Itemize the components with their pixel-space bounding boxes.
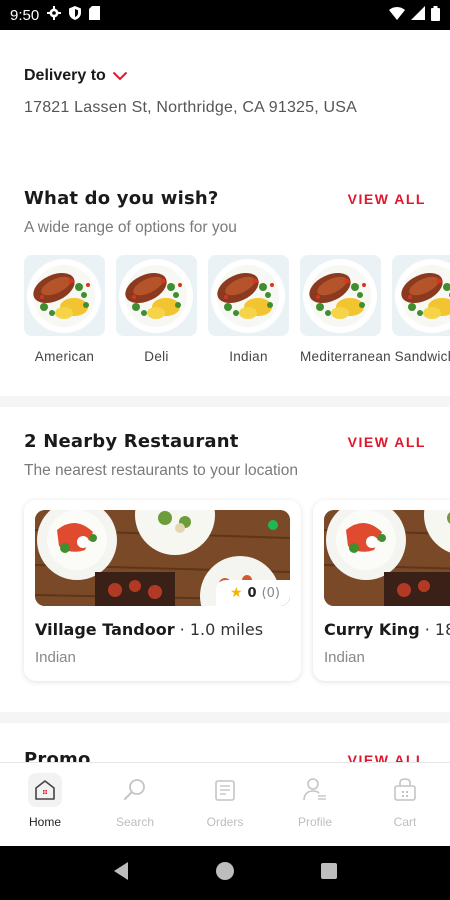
profile-icon: [298, 773, 332, 807]
restaurant-name: Village Tandoor: [35, 620, 175, 639]
view-all-cuisines-link[interactable]: VIEW ALL: [348, 191, 426, 207]
nearby-restaurants-section: 2 Nearby Restaurant VIEW ALL The nearest…: [0, 407, 450, 712]
restaurant-list[interactable]: ★ 0 (0) Village Tandoor · 1.0 miles Indi…: [0, 500, 450, 681]
cuisine-list[interactable]: American Deli Indian Mediterranean Sandw…: [0, 255, 450, 364]
sd-card-icon: [89, 6, 101, 24]
cuisine-item[interactable]: Deli: [116, 255, 197, 364]
rating-count: (0): [261, 585, 280, 601]
cuisine-image: [300, 255, 381, 336]
nav-label: Orders: [206, 815, 244, 829]
star-icon: ★: [229, 585, 243, 601]
restaurant-cuisine: Indian: [35, 649, 76, 666]
view-all-restaurants-link[interactable]: VIEW ALL: [348, 434, 426, 450]
restaurant-card[interactable]: ★ 0 (0) Village Tandoor · 1.0 miles Indi…: [24, 500, 301, 681]
cuisine-name: Mediterranean: [300, 349, 391, 364]
restaurant-image: ★ 0 (0): [35, 510, 290, 606]
cuisine-item[interactable]: Sandwiches: [392, 255, 450, 364]
section-title: 2 Nearby Restaurant: [24, 431, 239, 452]
cuisine-name: American: [34, 349, 95, 364]
bottom-navigation: Home Search Orders Profile Cart: [0, 762, 450, 846]
nav-cart[interactable]: Cart: [365, 773, 445, 829]
delivery-label: Delivery to: [24, 66, 106, 84]
section-subtitle: A wide range of options for you: [24, 219, 237, 236]
signal-icon: [411, 6, 425, 24]
nav-profile[interactable]: Profile: [275, 773, 355, 829]
wifi-icon: [389, 6, 405, 24]
cuisine-image: [392, 255, 450, 336]
restaurant-cuisine: Indian: [324, 649, 365, 666]
rating-badge: ★ 0 (0): [215, 580, 290, 606]
nav-orders[interactable]: Orders: [185, 773, 265, 829]
promo-section: Promo VIEW ALL: [0, 723, 450, 762]
cuisine-item[interactable]: Indian: [208, 255, 289, 364]
section-title: Promo: [24, 749, 91, 762]
shield-icon: [69, 6, 82, 24]
rating-value: 0: [247, 585, 257, 601]
restaurant-card[interactable]: Curry King · 18 Indian: [313, 500, 450, 681]
orders-icon: [208, 773, 242, 807]
open-status-indicator: [268, 520, 278, 530]
delivery-selector[interactable]: Delivery to: [24, 66, 426, 85]
home-circle-icon[interactable]: [215, 861, 235, 885]
cuisine-image: [24, 255, 105, 336]
back-icon[interactable]: [112, 861, 130, 885]
recents-icon[interactable]: [320, 862, 338, 884]
cuisine-name: Deli: [144, 349, 169, 364]
nav-label: Search: [115, 815, 155, 829]
delivery-address[interactable]: 17821 Lassen St, Northridge, CA 91325, U…: [24, 99, 426, 117]
nav-label: Home: [28, 815, 61, 829]
restaurant-distance: · 1.0 miles: [174, 620, 264, 639]
section-title: What do you wish?: [24, 188, 219, 209]
search-icon: [118, 773, 152, 807]
system-navigation-bar: [0, 846, 450, 900]
home-icon: [28, 773, 62, 807]
nav-label: Cart: [393, 815, 417, 829]
restaurant-image: [324, 510, 450, 606]
nav-home[interactable]: Home: [5, 773, 85, 829]
restaurant-distance: · 18: [424, 620, 450, 639]
cuisine-item[interactable]: American: [24, 255, 105, 364]
cuisine-name: Indian: [229, 349, 268, 364]
status-time: 9:50: [10, 6, 40, 24]
battery-icon: [431, 5, 440, 25]
cuisine-section: What do you wish? VIEW ALL A wide range …: [0, 164, 450, 396]
scroll-content[interactable]: Delivery to 17821 Lassen St, Northridge,…: [0, 30, 450, 762]
cuisine-item[interactable]: Mediterranean: [300, 255, 391, 364]
cuisine-name: Sandwiches: [394, 349, 450, 364]
delivery-section: Delivery to 17821 Lassen St, Northridge,…: [0, 30, 450, 164]
cuisine-image: [208, 255, 289, 336]
view-all-promo-link[interactable]: VIEW ALL: [348, 752, 426, 763]
cuisine-image: [116, 255, 197, 336]
section-subtitle: The nearest restaurants to your location: [24, 462, 298, 479]
settings-icon: [47, 6, 62, 24]
status-bar: 9:50: [0, 0, 450, 30]
cart-icon: [388, 773, 422, 807]
nav-search[interactable]: Search: [95, 773, 175, 829]
restaurant-name: Curry King: [324, 620, 420, 639]
chevron-down-icon[interactable]: [112, 66, 128, 85]
nav-label: Profile: [297, 815, 332, 829]
